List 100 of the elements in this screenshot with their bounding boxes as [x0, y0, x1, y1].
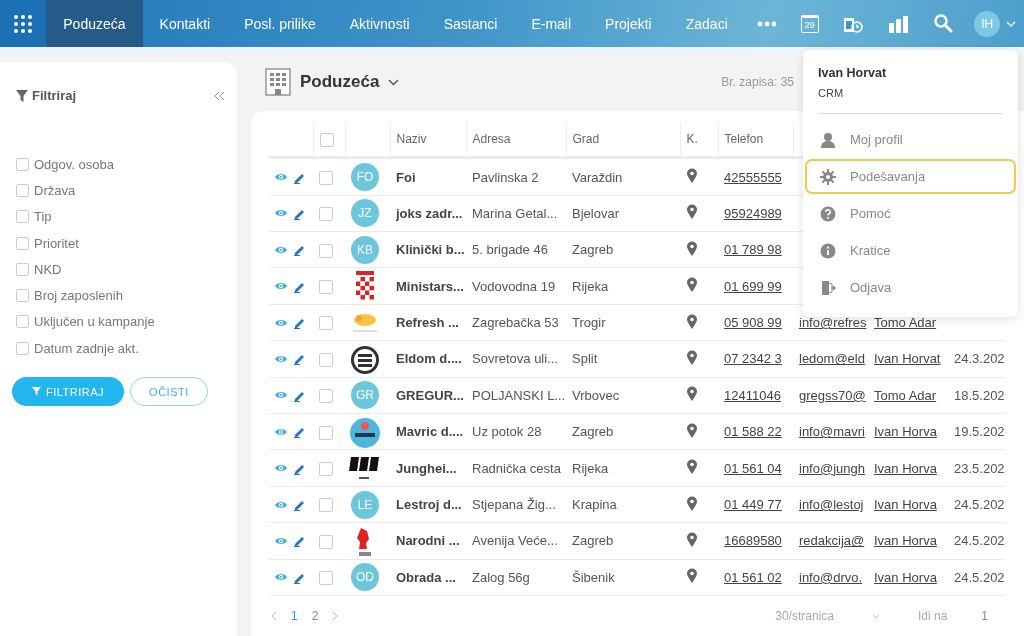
- checkbox[interactable]: [16, 315, 29, 329]
- phone-link[interactable]: 01 561 04: [724, 460, 782, 476]
- column-header[interactable]: K.: [686, 132, 698, 147]
- phone-link[interactable]: 07 2342 3: [724, 351, 782, 367]
- checkbox[interactable]: [319, 571, 333, 586]
- owner-link[interactable]: Ivan Horva: [874, 569, 937, 585]
- nav-tab[interactable]: Aktivnosti: [332, 0, 427, 47]
- map-pin-icon[interactable]: [686, 531, 698, 547]
- bar-chart-icon[interactable]: [887, 14, 909, 33]
- phone-link[interactable]: 01 588 22: [724, 424, 782, 440]
- phone-link[interactable]: 42555555: [724, 169, 782, 185]
- checkbox[interactable]: [16, 262, 29, 276]
- checkbox[interactable]: [16, 289, 29, 303]
- email-link[interactable]: redakcija@: [799, 533, 865, 549]
- checkbox[interactable]: [319, 498, 333, 513]
- checkbox[interactable]: [319, 207, 333, 222]
- menu-item[interactable]: Moj profil: [805, 122, 1016, 157]
- phone-link[interactable]: 01 699 99: [724, 278, 782, 294]
- checkbox[interactable]: [16, 183, 29, 197]
- phone-link[interactable]: 05 908 99: [724, 315, 782, 331]
- nav-tab[interactable]: Poduzeća: [46, 0, 143, 47]
- phone-link[interactable]: 16689580: [724, 533, 782, 549]
- page-link[interactable]: 2: [311, 609, 319, 623]
- owner-link[interactable]: Tomo Adar: [874, 387, 937, 403]
- checkbox[interactable]: [16, 210, 29, 224]
- checkbox[interactable]: [319, 389, 333, 404]
- more-icon[interactable]: [756, 19, 777, 28]
- checkbox[interactable]: [319, 132, 334, 147]
- caret-icon[interactable]: [388, 78, 400, 86]
- owner-link[interactable]: Ivan Horva: [874, 497, 937, 512]
- menu-item[interactable]: Podešavanja: [805, 159, 1016, 194]
- checkbox[interactable]: [319, 170, 333, 185]
- map-pin-icon[interactable]: [686, 168, 698, 183]
- email-link[interactable]: info@drvo.: [799, 569, 863, 585]
- company-name: Obrada ...: [396, 569, 456, 585]
- phone-link[interactable]: 01 449 77: [724, 497, 782, 512]
- edit-icon[interactable]: [293, 316, 305, 330]
- column-header[interactable]: Adresa: [472, 132, 511, 147]
- map-pin-icon[interactable]: [686, 349, 698, 365]
- previous-icon[interactable]: [271, 611, 277, 621]
- info-icon: [820, 242, 836, 259]
- checkbox[interactable]: [319, 425, 333, 440]
- search-icon[interactable]: [934, 14, 954, 33]
- email-link[interactable]: ledom@eld: [799, 351, 865, 367]
- map-pin-icon[interactable]: [686, 422, 698, 438]
- checkbox[interactable]: [319, 461, 333, 476]
- edit-icon[interactable]: [293, 243, 305, 257]
- column-header[interactable]: Telefon: [724, 132, 764, 147]
- checkbox[interactable]: [16, 341, 29, 355]
- menu-item[interactable]: Kratice: [805, 233, 1016, 268]
- checkbox[interactable]: [16, 157, 29, 171]
- company-name: Lestroj d...: [396, 497, 462, 512]
- email-link[interactable]: info@jungh: [799, 460, 865, 476]
- map-pin-icon[interactable]: [686, 204, 698, 220]
- email-link[interactable]: info@refres: [799, 315, 867, 331]
- phone-link[interactable]: 95924989: [724, 205, 782, 221]
- email-link[interactable]: gregss70@: [799, 387, 866, 403]
- avatar: JZ: [351, 199, 379, 228]
- edit-icon[interactable]: [293, 498, 305, 511]
- view-icon[interactable]: [274, 171, 288, 183]
- map-pin-icon[interactable]: [686, 386, 698, 402]
- owner-link[interactable]: Ivan Horvat: [874, 351, 941, 367]
- app-launcher-icon[interactable]: [0, 0, 47, 47]
- column-header[interactable]: Grad: [572, 132, 600, 147]
- map-pin-icon[interactable]: [686, 568, 698, 584]
- nav-tab[interactable]: Posl. prilike: [227, 0, 333, 47]
- phone-link[interactable]: 12411046: [724, 387, 781, 403]
- city-cell: Rijeka: [572, 278, 609, 294]
- edit-icon[interactable]: [293, 534, 305, 548]
- email-link[interactable]: info@mavri: [799, 424, 865, 440]
- building-icon: [265, 68, 291, 97]
- nav-tab[interactable]: Kontakti: [142, 0, 228, 47]
- collapse-icon[interactable]: [214, 90, 225, 101]
- map-pin-icon[interactable]: [686, 277, 698, 293]
- map-pin-icon[interactable]: [686, 313, 698, 329]
- menu-item[interactable]: Odjava: [805, 270, 1016, 305]
- edit-icon[interactable]: [293, 425, 305, 439]
- phone-link[interactable]: 01 789 98: [724, 242, 782, 258]
- owner-link[interactable]: Tomo Adar: [874, 315, 937, 331]
- goto-field[interactable]: 1: [981, 609, 988, 623]
- checkbox[interactable]: [319, 534, 333, 549]
- address-cell: Stjepana Žig...: [472, 497, 556, 512]
- phone-link[interactable]: 01 561 02: [724, 569, 782, 585]
- menu-item[interactable]: Pomoć: [805, 196, 1016, 231]
- checkbox[interactable]: [16, 236, 29, 250]
- checkbox[interactable]: [319, 243, 333, 258]
- owner-link[interactable]: Ivan Horva: [874, 424, 937, 440]
- checkbox[interactable]: [319, 279, 333, 294]
- checkbox[interactable]: [319, 316, 333, 331]
- owner-link[interactable]: Ivan Horva: [874, 533, 937, 549]
- map-pin-icon[interactable]: [686, 459, 698, 475]
- next-icon[interactable]: [332, 611, 339, 621]
- page-title[interactable]: Poduzeća: [300, 72, 380, 93]
- email-link[interactable]: info@lestoj: [799, 497, 864, 512]
- edit-icon[interactable]: [293, 352, 305, 366]
- checkbox[interactable]: [319, 352, 333, 367]
- map-pin-icon[interactable]: [686, 240, 698, 256]
- owner-link[interactable]: Ivan Horva: [874, 460, 937, 476]
- column-header[interactable]: Naziv: [396, 132, 427, 147]
- map-pin-icon[interactable]: [686, 495, 698, 511]
